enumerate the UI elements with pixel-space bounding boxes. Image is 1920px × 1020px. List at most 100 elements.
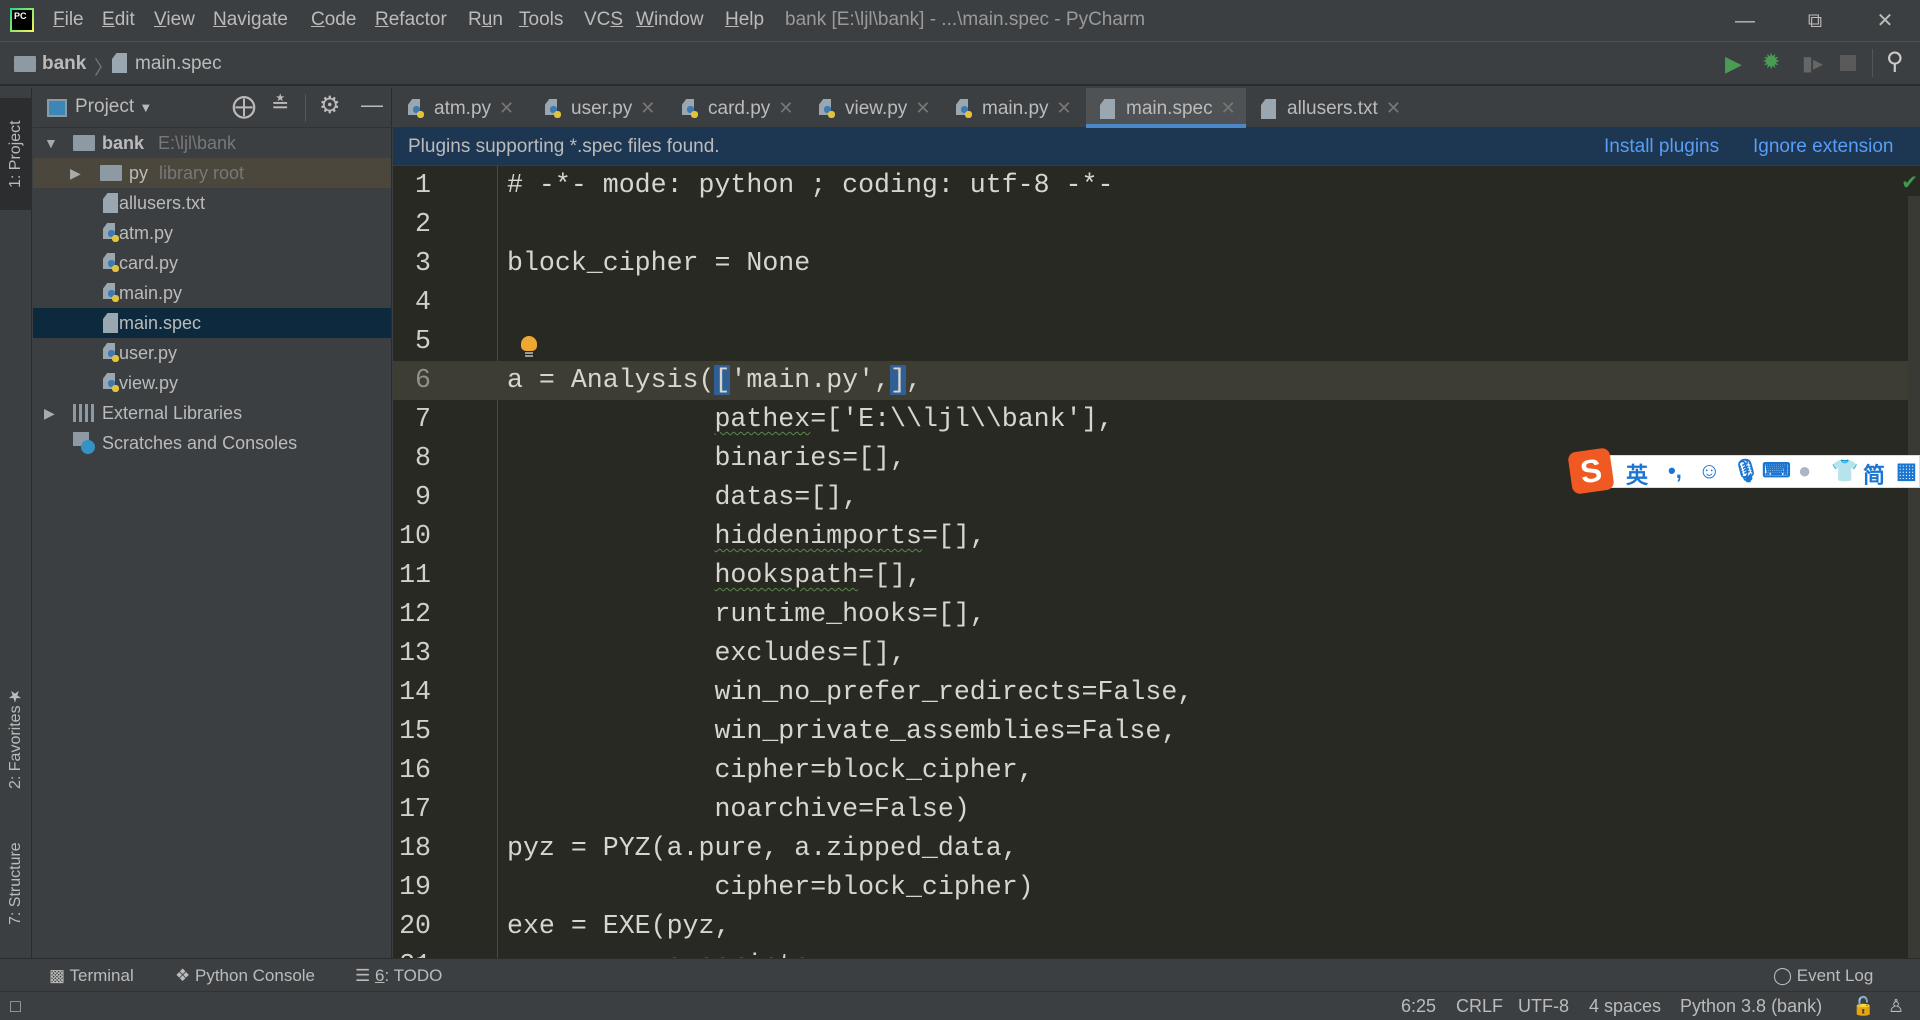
menu-vcs[interactable]: VCS	[584, 9, 623, 31]
tree-item-scratches-and-consoles[interactable]: Scratches and Consoles	[33, 428, 391, 458]
close-tab-icon[interactable]: ✕	[499, 98, 514, 118]
line-number[interactable]: 11	[393, 556, 431, 595]
tree-item-py[interactable]: ▶ py library root	[33, 158, 391, 188]
collapsed-arrow-icon[interactable]: ▶	[44, 398, 55, 428]
ime-punctuation-toggle[interactable]: •,	[1668, 458, 1682, 484]
menu-help[interactable]: Help	[725, 9, 764, 31]
line-number[interactable]: 6	[393, 361, 431, 400]
line-number[interactable]: 18	[393, 829, 431, 868]
ignore-extension-link[interactable]: Ignore extension	[1753, 128, 1894, 166]
line-number[interactable]: 17	[393, 790, 431, 829]
tree-item-atm-py[interactable]: atm.py	[33, 218, 391, 248]
search-icon[interactable]: ⚲	[1886, 47, 1904, 76]
vertical-scrollbar[interactable]	[1908, 196, 1920, 958]
menu-edit[interactable]: Edit	[102, 9, 135, 31]
tool-tab-project[interactable]: 1: Project	[0, 98, 32, 210]
line-number[interactable]: 13	[393, 634, 431, 673]
tree-item-card-py[interactable]: card.py	[33, 248, 391, 278]
tool-tab-structure[interactable]: 7: Structure	[0, 826, 32, 942]
terminal-button[interactable]: ▩ Terminal	[49, 966, 134, 986]
tab-card-py[interactable]: card.py ✕	[682, 88, 793, 128]
menu-file[interactable]: File	[53, 9, 84, 31]
line-number[interactable]: 1	[393, 166, 431, 205]
inspection-ok-icon[interactable]: ✔	[1901, 170, 1918, 195]
caret-position[interactable]: 6:25	[1401, 996, 1436, 1017]
python-interpreter[interactable]: Python 3.8 (bank)	[1680, 996, 1822, 1017]
keyboard-icon[interactable]: ⌨	[1762, 458, 1791, 483]
tree-item-external-libraries[interactable]: ▶ External Libraries	[33, 398, 391, 428]
restore-button[interactable]: ⧉	[1795, 6, 1835, 36]
line-number[interactable]: 4	[393, 283, 431, 322]
file-encoding[interactable]: UTF-8	[1518, 996, 1569, 1017]
close-tab-icon[interactable]: ✕	[778, 98, 793, 118]
tool-tab-favorites[interactable]: 2: Favorites ★	[0, 680, 32, 796]
line-number[interactable]: 10	[393, 517, 431, 556]
event-log-button[interactable]: ◯ Event Log	[1773, 966, 1873, 986]
tree-item-bank[interactable]: ▼ bank E:\ljl\bank	[33, 128, 391, 158]
install-plugins-link[interactable]: Install plugins	[1604, 128, 1719, 166]
close-button[interactable]: ✕	[1865, 6, 1905, 36]
python-console-button[interactable]: ❖ Python Console	[175, 966, 315, 986]
menu-view[interactable]: View	[154, 9, 195, 31]
line-number[interactable]: 9	[393, 478, 431, 517]
skin-shirt-icon[interactable]: 👕	[1831, 458, 1858, 484]
line-number[interactable]: 20	[393, 907, 431, 946]
inspector-icon[interactable]: ♙	[1888, 996, 1904, 1017]
stop-icon[interactable]	[1840, 55, 1856, 71]
tree-item-user-py[interactable]: user.py	[33, 338, 391, 368]
emoji-icon[interactable]: ☺	[1698, 458, 1720, 484]
breadcrumb-file[interactable]: main.spec	[135, 53, 222, 75]
tree-item-main-spec[interactable]: main.spec	[33, 308, 391, 338]
run-icon[interactable]: ▶	[1725, 51, 1742, 77]
close-tab-icon[interactable]: ✕	[1221, 98, 1236, 118]
close-tab-icon[interactable]: ✕	[640, 98, 655, 118]
line-number[interactable]: 5	[393, 322, 431, 361]
ime-language-toggle[interactable]: 英	[1626, 458, 1648, 490]
line-number[interactable]: 16	[393, 751, 431, 790]
tab-main-py[interactable]: main.py ✕	[956, 88, 1072, 128]
toggle-tool-windows-icon[interactable]: □	[10, 996, 21, 1017]
locate-icon[interactable]: ⨁	[232, 92, 256, 121]
line-number[interactable]: 8	[393, 439, 431, 478]
ime-mode-toggle[interactable]: 简	[1863, 458, 1885, 490]
project-view-select[interactable]: Project ▼	[75, 96, 152, 118]
close-tab-icon[interactable]: ✕	[1386, 98, 1401, 118]
menu-navigate[interactable]: Navigate	[213, 9, 288, 31]
todo-button[interactable]: ☰ 6: TODO	[355, 966, 442, 986]
menu-run[interactable]: Run	[468, 9, 503, 31]
line-number[interactable]: 19	[393, 868, 431, 907]
close-tab-icon[interactable]: ✕	[915, 98, 930, 118]
user-icon[interactable]: ●	[1798, 458, 1811, 484]
menu-window[interactable]: Window	[636, 9, 704, 31]
close-tab-icon[interactable]: ✕	[1057, 98, 1072, 118]
line-number[interactable]: 15	[393, 712, 431, 751]
hide-panel-icon[interactable]: —	[361, 92, 383, 118]
tree-item-main-py[interactable]: main.py	[33, 278, 391, 308]
line-number[interactable]: 7	[393, 400, 431, 439]
tree-item-view-py[interactable]: view.py	[33, 368, 391, 398]
microphone-icon[interactable]: 🎙	[1732, 458, 1760, 484]
tab-allusers-txt[interactable]: allusers.txt ✕	[1261, 88, 1401, 128]
tree-item-allusers-txt[interactable]: allusers.txt	[33, 188, 391, 218]
line-separator[interactable]: CRLF	[1456, 996, 1503, 1017]
line-number[interactable]: 2	[393, 205, 431, 244]
line-number[interactable]: 14	[393, 673, 431, 712]
indent-setting[interactable]: 4 spaces	[1589, 996, 1661, 1017]
tab-main-spec[interactable]: main.spec ✕	[1086, 88, 1246, 128]
tab-view-py[interactable]: view.py ✕	[819, 88, 930, 128]
menu-tools[interactable]: Tools	[519, 9, 563, 31]
lock-icon[interactable]: 🔓	[1852, 996, 1874, 1017]
menu-code[interactable]: Code	[311, 9, 356, 31]
tab-atm-py[interactable]: atm.py ✕	[408, 88, 514, 128]
ime-menu-grid-icon[interactable]: ▦	[1896, 458, 1917, 484]
code-editor[interactable]: 1 # -*- mode: python ; coding: utf-8 -*- 2…	[393, 166, 1920, 958]
breadcrumb-project[interactable]: bank	[42, 53, 86, 75]
sogou-logo-icon[interactable]: S	[1567, 447, 1615, 495]
line-number[interactable]: 12	[393, 595, 431, 634]
line-number[interactable]: 3	[393, 244, 431, 283]
minimize-button[interactable]: —	[1725, 6, 1765, 36]
collapse-all-icon[interactable]: ≛	[271, 92, 289, 118]
gear-icon[interactable]: ⚙	[319, 91, 341, 120]
debug-icon[interactable]: ✹	[1762, 49, 1780, 75]
line-number[interactable]: 21	[393, 946, 431, 958]
